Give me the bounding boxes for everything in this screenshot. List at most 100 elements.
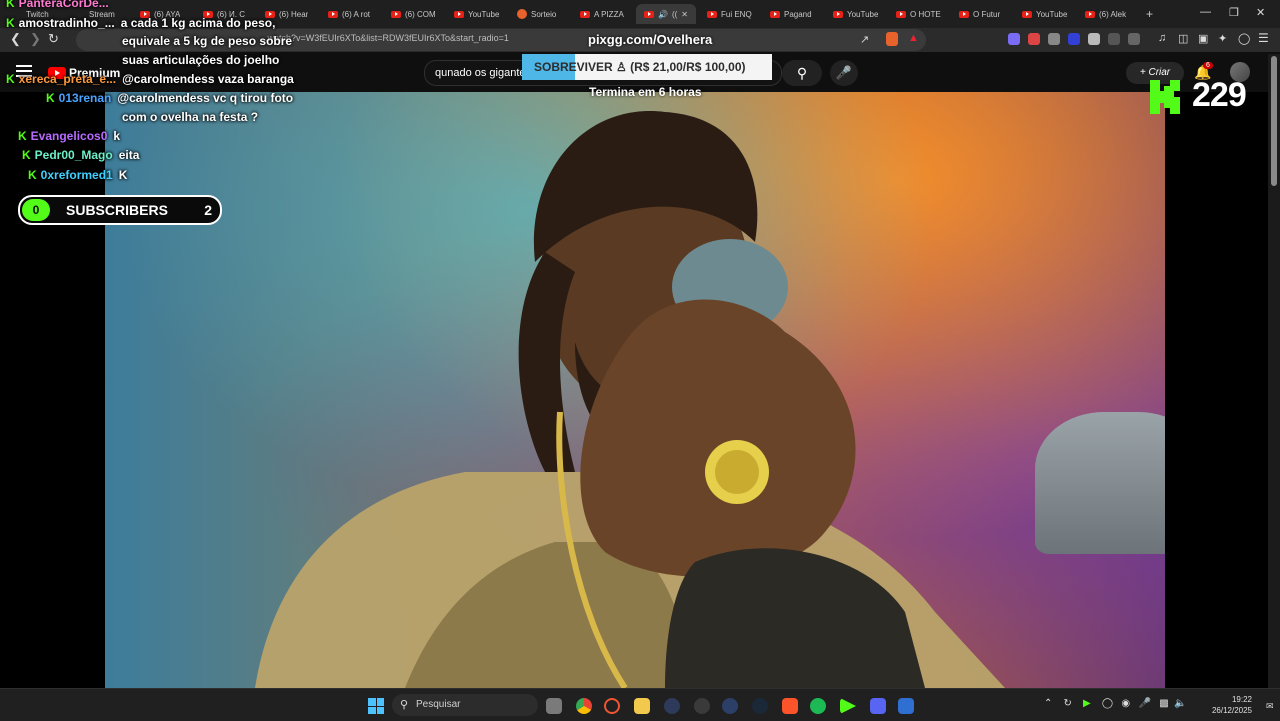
tab-12[interactable]: Pagand bbox=[770, 4, 812, 24]
share-icon[interactable]: ↗ bbox=[860, 33, 869, 46]
microphone-icon: 🎤 bbox=[835, 65, 853, 80]
tab-14[interactable]: O HOTE bbox=[896, 4, 941, 24]
tab-6[interactable]: (6) COM bbox=[391, 4, 436, 24]
search-icon: ⚲ bbox=[400, 699, 409, 711]
app-icon-1[interactable] bbox=[664, 698, 680, 714]
tab-16[interactable]: YouTube bbox=[1022, 4, 1067, 24]
tab-5[interactable]: (6) A rot bbox=[328, 4, 370, 24]
chat-message: Kxereca_preta_e... @carolmendess vaza bar… bbox=[6, 72, 294, 86]
music-icon[interactable]: ♫ bbox=[1158, 32, 1166, 44]
extension-icon-4[interactable] bbox=[1068, 33, 1080, 45]
brave-shield-icon[interactable] bbox=[886, 32, 898, 46]
tab-9[interactable]: A PIZZA bbox=[580, 4, 624, 24]
reload-icon[interactable]: ↻ bbox=[48, 31, 59, 47]
kick-badge-icon: K bbox=[22, 148, 31, 162]
mic-tray-icon[interactable]: 🎤 bbox=[1138, 698, 1150, 709]
kick-app-icon[interactable] bbox=[840, 698, 856, 714]
youtube-icon bbox=[580, 10, 590, 18]
brave-icon[interactable] bbox=[782, 698, 798, 714]
subscribers-current: 0 bbox=[22, 199, 50, 221]
video-player[interactable] bbox=[105, 92, 1165, 688]
chevron-up-icon[interactable]: ⌃ bbox=[1044, 698, 1052, 709]
chat-message: K Pedr00_Mago eita bbox=[22, 148, 140, 162]
video-frame bbox=[255, 111, 1005, 688]
sidebar-icon[interactable]: ◫ bbox=[1178, 32, 1188, 45]
voice-search-button[interactable]: 🎤 bbox=[830, 60, 858, 86]
chat-message: K PanteraCorDe... bbox=[6, 0, 115, 10]
youtube-icon bbox=[391, 10, 401, 18]
page-scrollbar[interactable] bbox=[1268, 54, 1280, 688]
extension-icon-2[interactable] bbox=[1028, 33, 1040, 45]
taskbar-search-input[interactable]: ⚲ Pesquisar bbox=[392, 694, 538, 716]
maximize-icon[interactable]: ❐ bbox=[1229, 6, 1239, 19]
youtube-icon bbox=[833, 10, 843, 18]
pix-goal-bar: SOBREVIVER ♙ (R$ 21,00/R$ 100,00) bbox=[522, 54, 772, 80]
spotify-icon[interactable] bbox=[810, 698, 826, 714]
tab-8[interactable]: Sorteio bbox=[517, 4, 556, 24]
search-button[interactable]: ⚲ bbox=[782, 60, 822, 86]
sync-icon[interactable]: ↻ bbox=[1064, 698, 1072, 709]
forward-icon[interactable]: ❯ bbox=[30, 31, 41, 47]
wallet-icon[interactable]: ▣ bbox=[1198, 32, 1208, 45]
pix-goal-deadline: Termina em 6 horas bbox=[589, 85, 702, 99]
minimize-icon[interactable]: — bbox=[1200, 6, 1211, 18]
chat-message: Kamostradinho_... a cada 1 kg acima do pe… bbox=[6, 16, 276, 30]
back-icon[interactable]: ❮ bbox=[10, 31, 21, 47]
notification-center-icon[interactable]: ✉ bbox=[1266, 701, 1274, 712]
wifi-icon[interactable]: ▩ bbox=[1159, 698, 1168, 709]
tab-15[interactable]: O Futur bbox=[959, 4, 1000, 24]
menu-icon[interactable]: ☰ bbox=[1258, 31, 1269, 45]
circle-icon[interactable]: ◯ bbox=[1102, 698, 1113, 709]
sorteio-icon bbox=[517, 9, 527, 19]
extension-icon-6[interactable] bbox=[1108, 33, 1120, 45]
extension-icon-5[interactable] bbox=[1088, 33, 1100, 45]
chat-message: K Evangelicos0 k bbox=[18, 129, 121, 143]
kick-logo-icon bbox=[1150, 80, 1180, 114]
file-explorer-icon[interactable] bbox=[634, 698, 650, 714]
windows-start-icon[interactable] bbox=[368, 698, 384, 714]
speaker-icon: 🔊 bbox=[658, 9, 668, 19]
subscribers-goal-widget: 0 SUBSCRIBERS 2 bbox=[18, 195, 222, 225]
windows-taskbar: ⚲ Pesquisar ⌃ ↻ ▶ ◯ ◉ 🎤 ▩ 🔈 19:22 26/12/… bbox=[0, 688, 1280, 721]
youtube-icon bbox=[707, 10, 717, 18]
tab-13[interactable]: YouTube bbox=[833, 4, 878, 24]
chrome-icon[interactable] bbox=[576, 698, 592, 714]
tab-7[interactable]: YouTube bbox=[454, 4, 499, 24]
kick-badge-icon: K bbox=[6, 0, 15, 10]
brave-rewards-icon[interactable]: ▲ bbox=[908, 32, 919, 44]
tab-17[interactable]: (6) Alek bbox=[1085, 4, 1126, 24]
scrollbar-thumb[interactable] bbox=[1271, 56, 1277, 186]
pix-url: pixgg.com/Ovelhera bbox=[588, 32, 713, 47]
vpn-icon[interactable]: ◯ bbox=[1238, 32, 1250, 45]
app-icon-4[interactable] bbox=[898, 698, 914, 714]
system-tray[interactable]: ⌃ ↻ ▶ ◯ ◉ 🎤 ▩ 🔈 bbox=[1044, 698, 1187, 709]
discord-icon[interactable] bbox=[870, 698, 886, 714]
app-icon-3[interactable] bbox=[722, 698, 738, 714]
subscribers-label: SUBSCRIBERS bbox=[66, 202, 168, 218]
network-icon[interactable]: ◉ bbox=[1121, 698, 1130, 709]
opera-icon[interactable] bbox=[604, 698, 620, 714]
extension-icon-1[interactable] bbox=[1008, 33, 1020, 45]
steam-icon[interactable] bbox=[752, 698, 768, 714]
youtube-icon bbox=[454, 10, 464, 18]
search-icon: ⚲ bbox=[796, 65, 808, 81]
play-icon[interactable]: ▶ bbox=[1083, 698, 1091, 709]
kick-badge-icon: K bbox=[46, 91, 55, 105]
youtube-icon bbox=[1022, 10, 1032, 18]
kick-badge-icon: K bbox=[18, 129, 27, 143]
chat-message-continuation: com o ovelha na festa ? bbox=[122, 110, 259, 124]
close-window-icon[interactable]: ✕ bbox=[1256, 6, 1265, 19]
youtube-icon bbox=[770, 10, 780, 18]
volume-icon[interactable]: 🔈 bbox=[1174, 698, 1186, 709]
new-tab-button[interactable]: + bbox=[1146, 4, 1153, 24]
app-icon-2[interactable] bbox=[694, 698, 710, 714]
close-tab-icon[interactable]: ✕ bbox=[681, 10, 688, 19]
tab-11[interactable]: Fui ENQ bbox=[707, 4, 752, 24]
url-text: ...watch?v=W3fEUIr6XTo&list=RDW3fEUIr6XT… bbox=[260, 33, 509, 43]
extension-icon-7[interactable] bbox=[1128, 33, 1140, 45]
extension-icon-3[interactable] bbox=[1048, 33, 1060, 45]
task-view-icon[interactable] bbox=[546, 698, 562, 714]
taskbar-clock[interactable]: 19:22 26/12/2025 bbox=[1206, 694, 1252, 716]
tab-10-active[interactable]: 🔊((✕ bbox=[636, 4, 696, 24]
leo-ai-icon[interactable]: ✦ bbox=[1218, 32, 1227, 45]
